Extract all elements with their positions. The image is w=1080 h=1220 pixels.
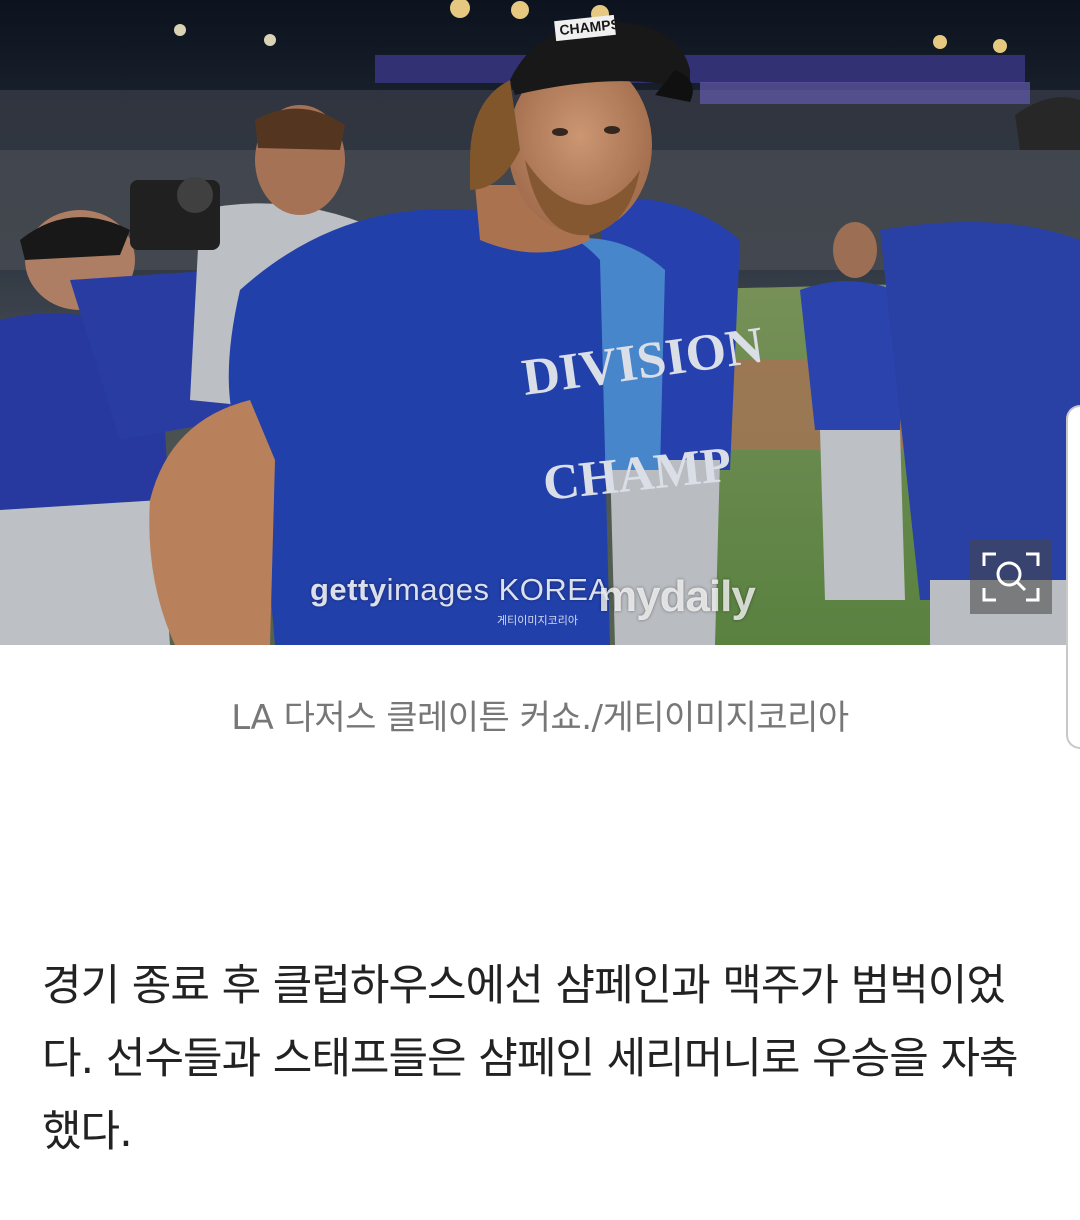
watermark-text: images KOREA: [386, 572, 610, 607]
photo-caption: LA 다저스 클레이튼 커쇼./게티이미지코리아: [231, 698, 849, 738]
photo-illustration: DIVISION CHAMP CHAMPS: [0, 0, 1080, 645]
getty-watermark-sub: 게티이미지코리아: [497, 614, 578, 627]
article-page: DIVISION CHAMP CHAMPS gettyimages KOREA …: [0, 0, 1080, 1220]
article-paragraph: 경기 종료 후 클럽하우스에선 샴페인과 맥주가 범벅이었다. 선수들과 스태프…: [42, 961, 1019, 1157]
getty-watermark: gettyimages KOREA: [310, 572, 610, 608]
watermark-bold: getty: [310, 572, 387, 607]
scroll-handle[interactable]: [1066, 405, 1080, 749]
zoom-in-icon: [982, 552, 1040, 602]
article-photo[interactable]: DIVISION CHAMP CHAMPS gettyimages KOREA …: [0, 0, 1080, 645]
zoom-button[interactable]: [970, 540, 1052, 614]
mydaily-watermark: mydaily: [598, 572, 756, 621]
